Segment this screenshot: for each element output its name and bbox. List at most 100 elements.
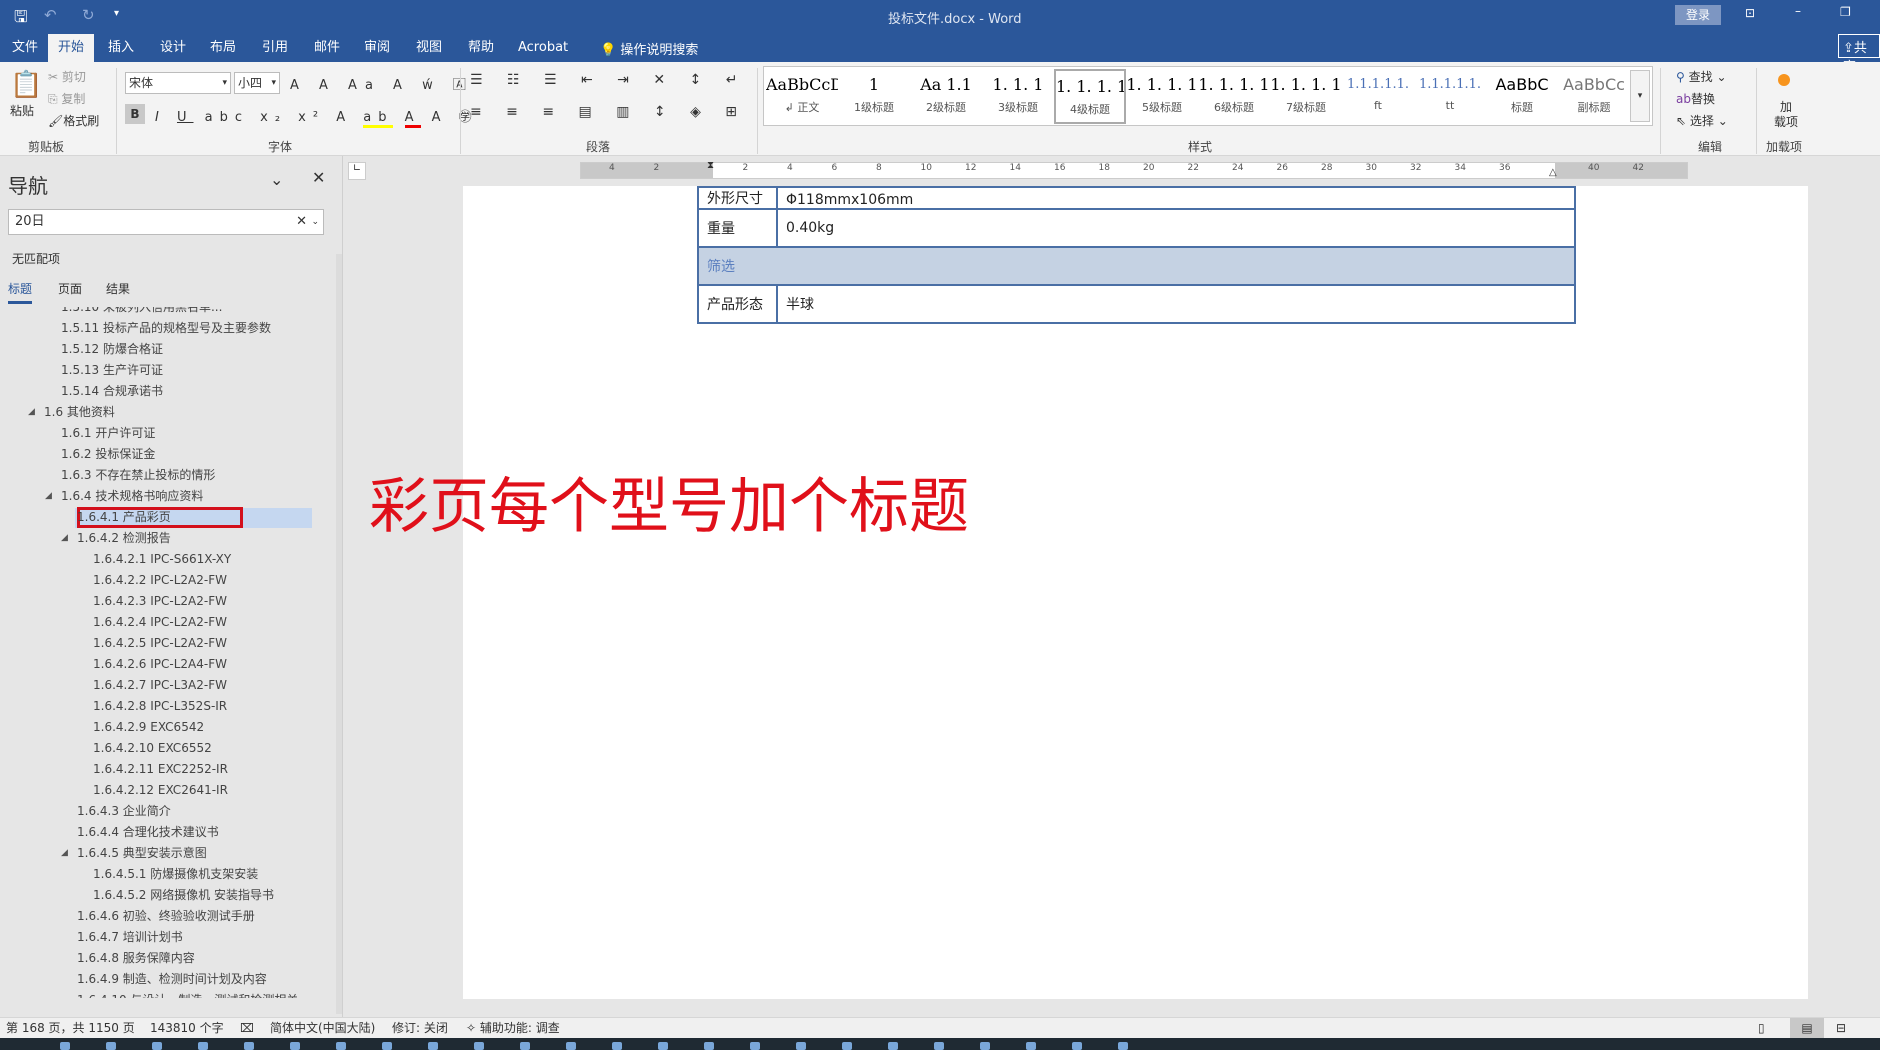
table-label-cell[interactable]: 外形尺寸 [698,187,777,209]
taskbar-app-icon[interactable] [796,1042,806,1050]
replace-button[interactable]: ab替换 [1676,90,1715,107]
nav-heading-item[interactable]: 1.6.4.2.9 EXC6542 [93,717,204,737]
read-mode-icon[interactable]: ▯ [1758,1018,1765,1038]
select-button[interactable]: ⇖ 选择 ⌄ [1676,112,1728,129]
taskbar-app-icon[interactable] [980,1042,990,1050]
taskbar-app-icon[interactable] [1072,1042,1082,1050]
table-label-cell[interactable]: 重量 [697,208,778,248]
nav-heading-item[interactable]: 1.5.12 防爆合格证 [61,339,163,359]
tab-6[interactable]: 邮件 [304,34,350,62]
web-layout-icon[interactable]: ⊟ [1836,1018,1846,1038]
nav-heading-item[interactable]: 1.5.10 未被列入信用黑名单... [61,307,222,317]
taskbar-app-icon[interactable] [244,1042,254,1050]
style-1[interactable]: 1 1级标题 [838,69,910,124]
nav-heading-item[interactable]: 1.6.4.1 产品彩页 [77,507,171,527]
word-count[interactable]: 143810 个字 [150,1018,224,1038]
taskbar-app-icon[interactable] [1118,1042,1128,1050]
table-label-cell[interactable]: 产品形态 [697,284,778,324]
expand-triangle-icon[interactable]: ◢ [61,533,68,543]
nav-tab-0[interactable]: 标题 [8,280,33,304]
nav-heading-item[interactable]: 1.5.11 投标产品的规格型号及主要参数 [61,318,271,338]
undo-icon[interactable]: ↶ [44,6,57,24]
tab-stop-selector[interactable]: ∟ [348,162,366,180]
nav-heading-item[interactable]: 1.6.4.2.11 EXC2252-IR [93,759,228,779]
search-dropdown-icon[interactable]: ⌄ [311,210,319,234]
tab-3[interactable]: 设计 [150,34,196,62]
tab-10[interactable]: Acrobat [508,34,578,62]
style-11[interactable]: AaBbCc 副标题 [1558,69,1630,124]
style-3[interactable]: 1. 1. 1 3级标题 [982,69,1054,124]
nav-heading-item[interactable]: 1.6 其他资料 [44,402,115,422]
print-layout-icon[interactable]: ▤ [1790,1018,1824,1038]
nav-tab-1[interactable]: 页面 [58,280,82,301]
addin-icon[interactable] [1778,74,1790,86]
proofing-icon[interactable]: ⌧ [240,1018,254,1038]
nav-heading-item[interactable]: 1.6.4.5.2 网络摄像机 安装指导书 [93,885,274,905]
taskbar-app-icon[interactable] [336,1042,346,1050]
bold-button[interactable]: B [125,104,145,124]
customize-qat-icon[interactable]: ▾ [114,8,119,19]
table-value-cell[interactable]: Φ118mmx106mm [776,186,1576,210]
nav-heading-item[interactable]: 1.5.14 合规承诺书 [61,381,163,401]
find-button[interactable]: ⚲ 查找 ⌄ [1676,68,1727,85]
minimize-icon[interactable]: – [1795,4,1801,18]
font-size-select[interactable]: 小四 ▾ [234,72,280,94]
tab-2[interactable]: 插入 [98,34,144,62]
tell-me-search[interactable]: 💡 操作说明搜索 [600,39,698,58]
nav-heading-item[interactable]: 1.6.4.2.10 EXC6552 [93,738,212,758]
nav-heading-item[interactable]: 1.6.4.2 检测报告 [77,528,171,548]
nav-heading-item[interactable]: 1.6.4.10 与设计、制造、测试和检测相关... [77,990,310,998]
indent-marker[interactable]: ⧗ [707,160,714,171]
table-section-cell[interactable]: 筛选 [697,246,1576,286]
style-6[interactable]: 1. 1. 1. 1 6级标题 [1198,69,1270,124]
font-tools-row2[interactable]: I U abc x₂ x² A ab A A ㊫ [155,106,479,128]
tab-4[interactable]: 布局 [200,34,246,62]
taskbar-app-icon[interactable] [106,1042,116,1050]
nav-heading-item[interactable]: 1.6.4.3 企业简介 [77,801,171,821]
taskbar-app-icon[interactable] [428,1042,438,1050]
nav-heading-item[interactable]: 1.6.4.2.2 IPC-L2A2-FW [93,570,227,590]
font-name-select[interactable]: 宋体 ▾ [125,72,231,94]
nav-heading-item[interactable]: 1.6.4 技术规格书响应资料 [61,486,203,506]
style-9[interactable]: 1.1.1.1.1. tt [1414,69,1486,124]
tab-9[interactable]: 帮助 [458,34,504,62]
nav-heading-item[interactable]: 1.6.4.5.1 防爆摄像机支架安装 [93,864,258,884]
addins-button[interactable]: 加 载项 [1774,100,1798,130]
nav-heading-item[interactable]: 1.6.4.2.5 IPC-L2A2-FW [93,633,227,653]
style-8[interactable]: 1.1.1.1.1. ft [1342,69,1414,124]
tab-0[interactable]: 文件 [2,34,48,62]
taskbar-app-icon[interactable] [612,1042,622,1050]
format-painter-button[interactable]: 🖌格式刷 [48,112,99,129]
clear-search-icon[interactable]: ✕ [296,210,307,234]
ribbon-display-icon[interactable]: ⊡ [1745,6,1755,20]
nav-heading-item[interactable]: 1.6.3 不存在禁止投标的情形 [61,465,215,485]
taskbar-app-icon[interactable] [934,1042,944,1050]
table-value-cell[interactable]: 0.40kg [776,208,1576,248]
nav-heading-item[interactable]: 1.6.4.6 初验、终验验收测试手册 [77,906,255,926]
nav-heading-item[interactable]: 1.6.4.2.7 IPC-L3A2-FW [93,675,227,695]
font-tools-row1[interactable]: A A Aa A ẃ 🄰 [290,74,474,93]
taskbar-app-icon[interactable] [704,1042,714,1050]
taskbar-app-icon[interactable] [842,1042,852,1050]
nav-heading-item[interactable]: 1.6.4.2.8 IPC-L352S-IR [93,696,227,716]
nav-heading-item[interactable]: 1.6.4.7 培训计划书 [77,927,183,947]
style-5[interactable]: 1. 1. 1. 1 5级标题 [1126,69,1198,124]
tab-5[interactable]: 引用 [252,34,298,62]
taskbar-app-icon[interactable] [60,1042,70,1050]
nav-heading-item[interactable]: 1.6.4.9 制造、检测时间计划及内容 [77,969,267,989]
document-page[interactable]: 外形尺寸 Φ118mmx106mm 重量 0.40kg 筛选 产品形态 半球 彩页每个型号加… [369,186,1808,999]
login-button[interactable]: 登录 [1675,5,1721,25]
copy-button[interactable]: ⎘ 复制 [48,90,85,107]
nav-heading-item[interactable]: 1.6.1 开户许可证 [61,423,155,443]
right-indent-marker[interactable]: △ [1549,167,1557,178]
restore-icon[interactable]: ❐ [1840,5,1851,19]
save-icon[interactable]: 🖫 [14,6,28,33]
nav-heading-item[interactable]: 1.6.4.4 合理化技术建议书 [77,822,219,842]
taskbar-app-icon[interactable] [658,1042,668,1050]
nav-options-icon[interactable]: ⌄ [270,170,283,189]
tab-7[interactable]: 审阅 [354,34,400,62]
taskbar-app-icon[interactable] [750,1042,760,1050]
nav-heading-item[interactable]: 1.6.4.2.6 IPC-L2A4-FW [93,654,227,674]
taskbar-app-icon[interactable] [290,1042,300,1050]
paste-button[interactable]: 粘贴 [10,102,34,119]
